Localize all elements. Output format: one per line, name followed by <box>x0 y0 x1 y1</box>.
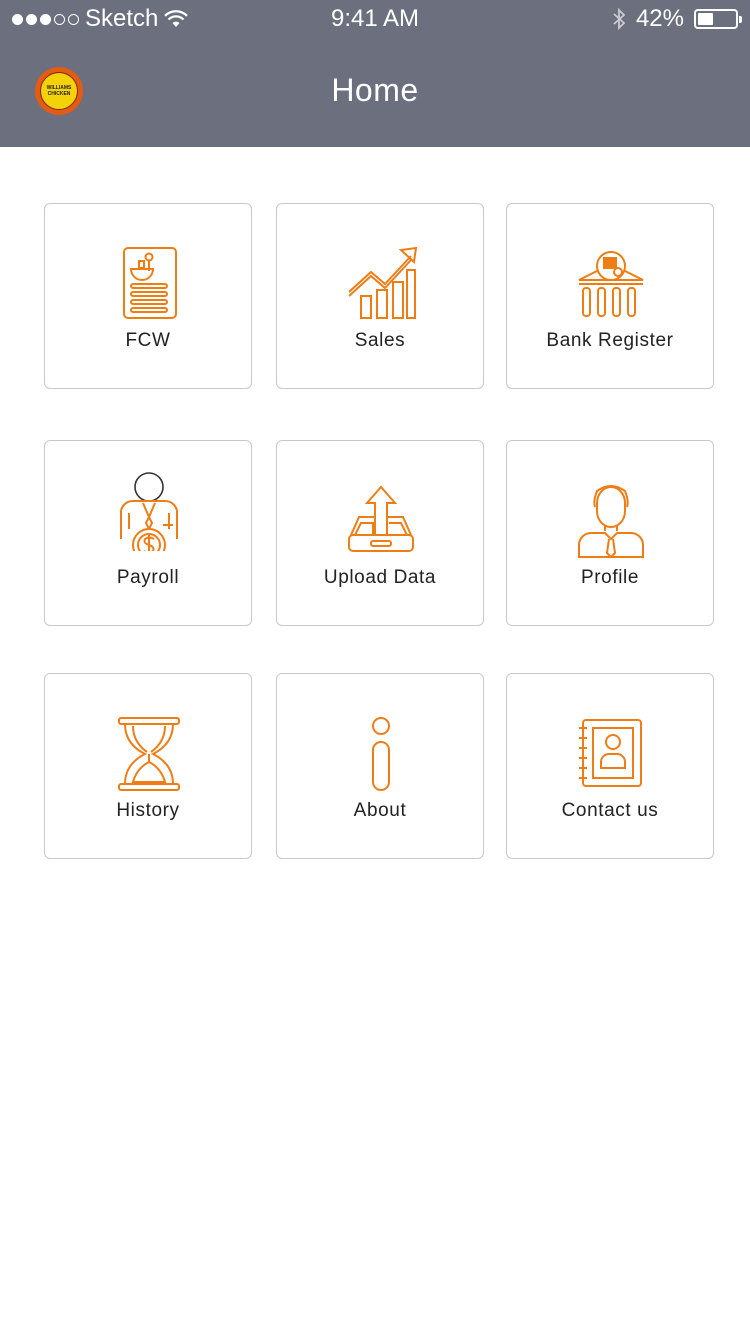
status-right: 42% <box>612 5 742 33</box>
tile-label: FCW <box>125 330 171 351</box>
tile-label: Upload Data <box>323 567 437 588</box>
navigation-bar: Sketch 9:41 AM 42% WILLIAMS CHICKEN Home <box>0 0 750 147</box>
hourglass-icon <box>118 717 180 791</box>
battery-icon <box>694 9 742 29</box>
tile-label: History <box>116 800 180 821</box>
tile-sales[interactable]: Sales <box>276 203 484 389</box>
tile-label: About <box>353 800 407 821</box>
page-title: Home <box>331 72 419 108</box>
info-icon <box>372 717 390 791</box>
sales-chart-icon <box>348 246 418 319</box>
status-bar: Sketch 9:41 AM 42% <box>0 0 750 40</box>
tile-label: Bank Register <box>546 330 674 351</box>
tile-history[interactable]: History <box>44 673 252 859</box>
tile-label: Profile <box>580 567 640 588</box>
tile-profile[interactable]: Profile <box>506 440 714 626</box>
tile-about[interactable]: About <box>276 673 484 859</box>
payroll-icon <box>120 472 178 551</box>
tile-label: Contact us <box>561 800 659 821</box>
tile-upload-data[interactable]: Upload Data <box>276 440 484 626</box>
upload-tray-icon <box>348 485 414 552</box>
contact-book-icon <box>579 719 642 787</box>
tile-label: Payroll <box>116 567 180 588</box>
tile-contact-us[interactable]: Contact us <box>506 673 714 859</box>
tile-bank-register[interactable]: Bank Register <box>506 203 714 389</box>
bank-icon <box>578 251 644 317</box>
user-profile-icon <box>578 485 644 559</box>
tile-label: Sales <box>354 330 406 351</box>
battery-percent: 42% <box>635 5 684 32</box>
bluetooth-icon <box>613 7 626 31</box>
tile-payroll[interactable]: Payroll <box>44 440 252 626</box>
tile-fcw[interactable]: FCW <box>44 203 252 389</box>
menu-card-icon <box>123 247 177 319</box>
